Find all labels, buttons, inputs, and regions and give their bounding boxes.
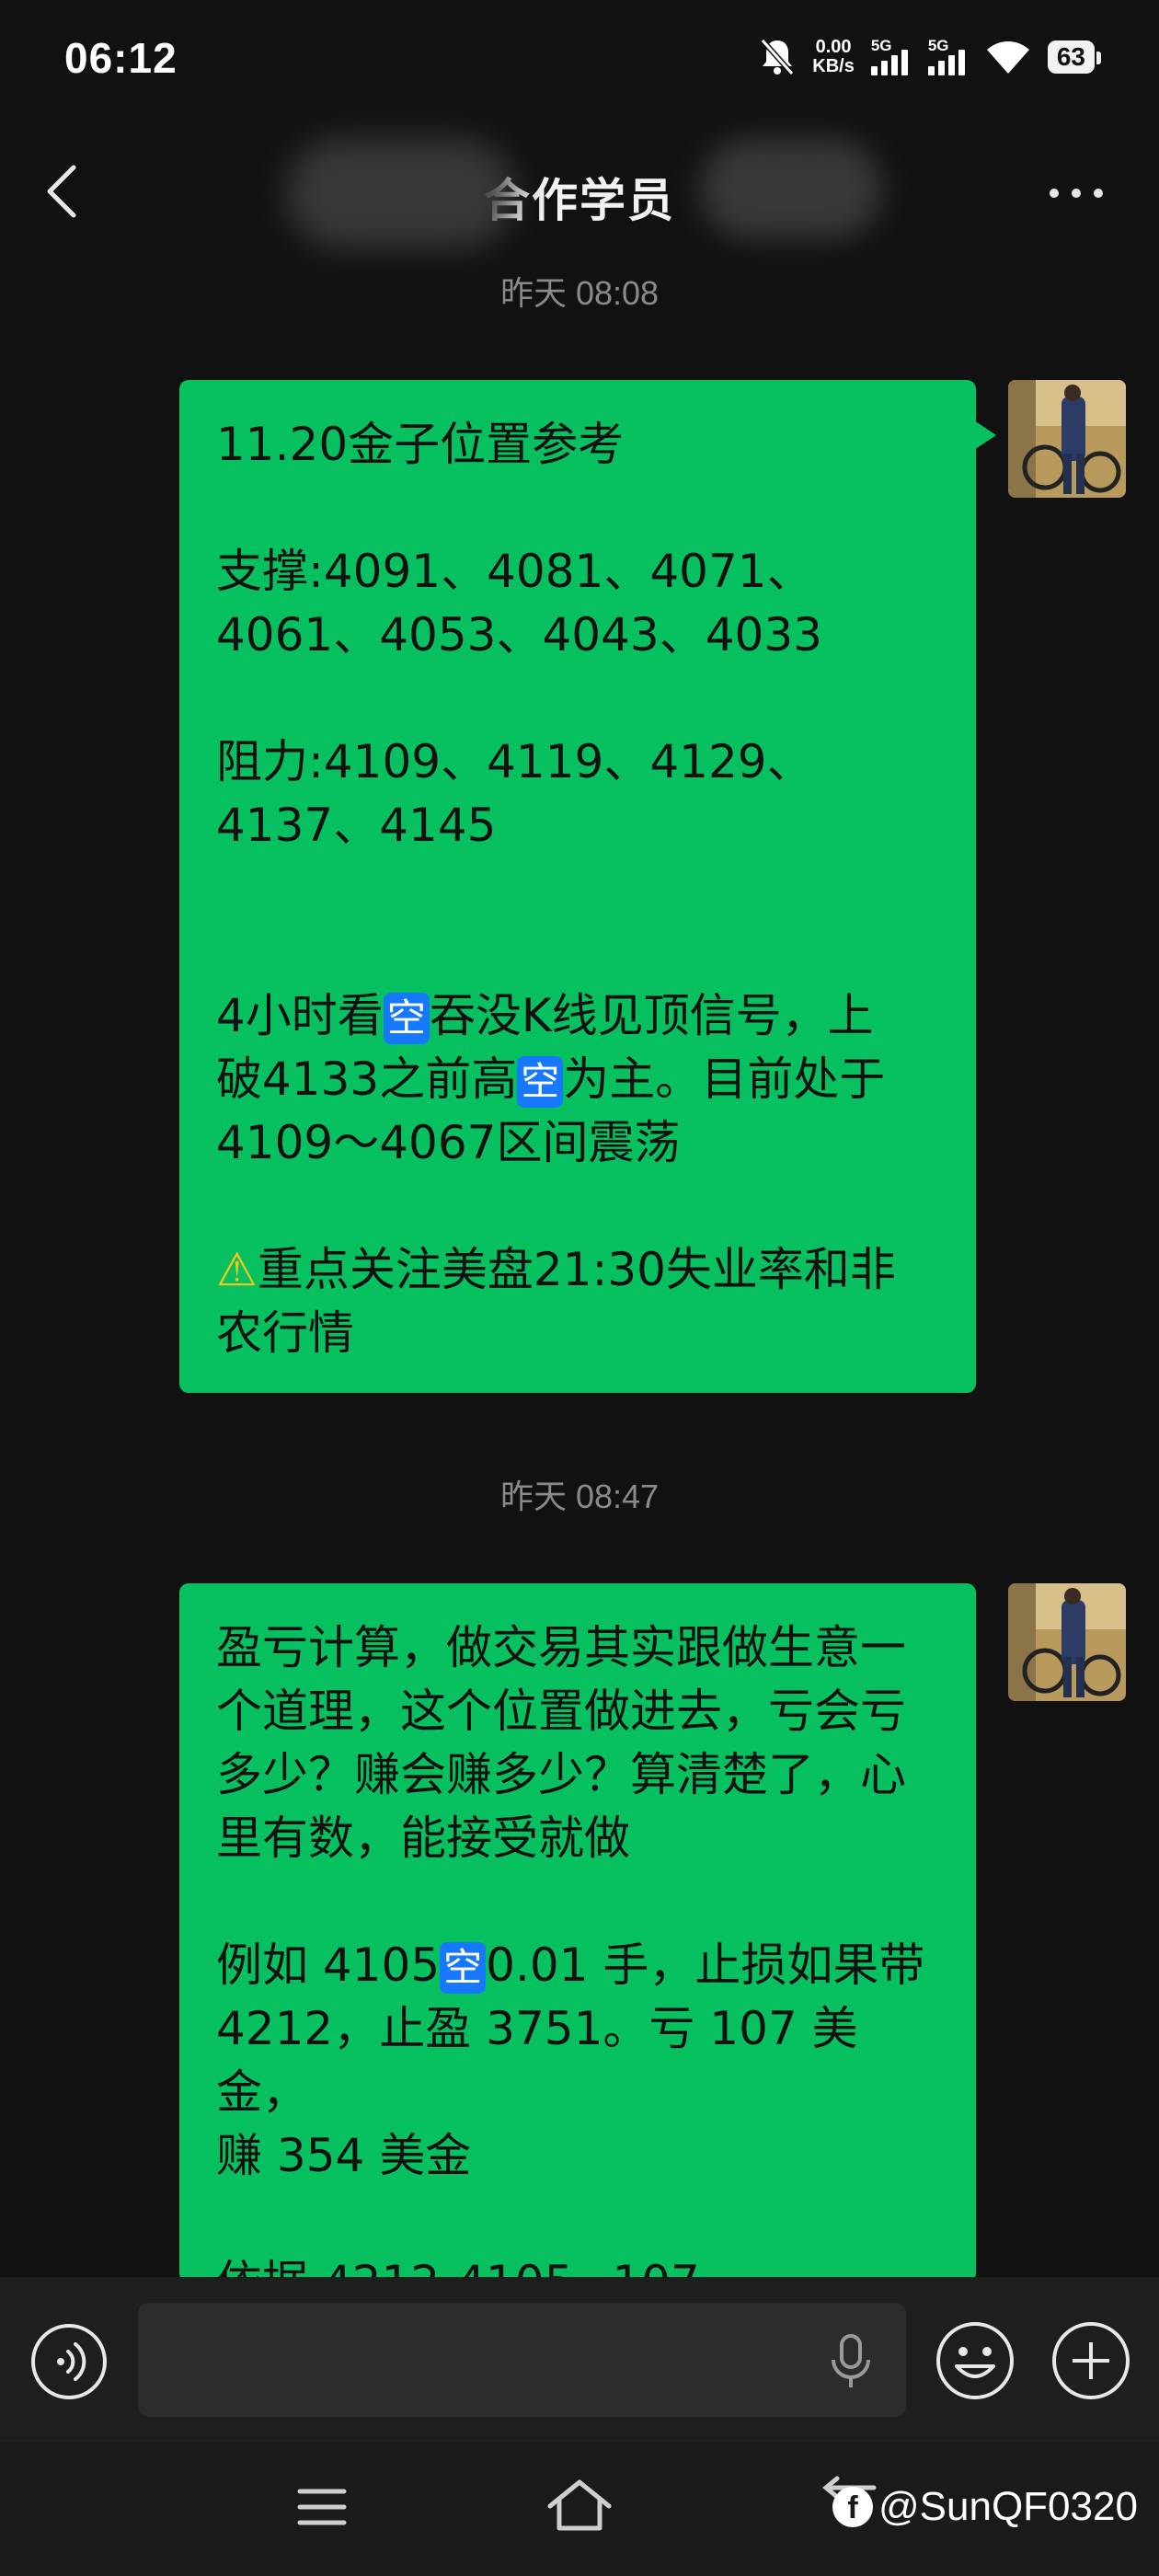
bubble-tail: [974, 420, 996, 450]
avatar[interactable]: [1008, 1583, 1126, 1701]
signal-2-icon: 5G: [927, 37, 969, 75]
message-text: ⚠重点关注美盘21:30失业率和非 农行情: [216, 1238, 943, 1365]
avatar[interactable]: [1008, 380, 1126, 498]
kong-emoji-icon: 空: [383, 993, 430, 1044]
net-speed-value: 0.00: [815, 37, 852, 57]
mute-bell-icon: [761, 39, 795, 75]
wifi-icon: [986, 41, 1029, 74]
sim2-label: 5G: [927, 37, 949, 54]
chat-title: 合作学员: [484, 175, 675, 226]
net-speed-unit: KB/s: [812, 56, 855, 76]
avatar-image: [1008, 1583, 1126, 1701]
message-input[interactable]: [138, 2303, 906, 2417]
facebook-icon: f: [832, 2487, 873, 2527]
bubble-tail: [974, 1624, 976, 1653]
message-text: 例如 4105空0.01 手，止损如果带 4212，止盈 3751。亏 107 …: [216, 1934, 943, 2188]
message-timestamp: 昨天 08:08: [499, 274, 660, 312]
message-text: 4小时看空吞没K线见顶信号，上 破4133之前高空为主。目前处于 4109～40…: [216, 984, 943, 1175]
message-bubble[interactable]: 盈亏计算，做交易其实跟做生意一 个道理，这个位置做进去，亏会亏 多少？赚会赚多少…: [179, 1583, 976, 2283]
watermark: f @SunQF0320: [832, 2484, 1138, 2530]
sim1-label: 5G: [870, 37, 892, 54]
text-segment: 例如 4105: [216, 1938, 441, 1992]
avatar-image: [1008, 380, 1126, 498]
status-icons: 0.00 KB/s 5G 5G 63: [759, 37, 1102, 77]
net-speed: 0.00 KB/s: [812, 38, 855, 76]
status-time: 06:12: [64, 34, 178, 82]
message-bubble[interactable]: 11.20金子位置参考 支撑:4091、4081、4071、 4061、4053…: [179, 380, 996, 1393]
smiley-icon[interactable]: [935, 2320, 1016, 2401]
signal-1-icon: 5G: [870, 37, 912, 75]
message-text: 支撑:4091、4081、4071、 4061、4053、4043、4033: [216, 545, 822, 661]
text-segment: 4小时看: [216, 989, 384, 1042]
battery-indicator: 63: [1047, 40, 1102, 74]
voice-icon[interactable]: [29, 2322, 109, 2401]
ellipsis-icon[interactable]: [1039, 175, 1113, 212]
menu-icon[interactable]: [294, 2484, 350, 2530]
plus-circle-icon[interactable]: [1050, 2320, 1131, 2401]
kong-emoji-icon: 空: [517, 1056, 564, 1108]
message-timestamp: 昨天 08:47: [499, 1478, 660, 1515]
microphone-icon[interactable]: [828, 2332, 874, 2391]
message-text: 阻力:4109、4119、4129、 4137、4145: [216, 735, 813, 852]
redaction-blur: [285, 138, 515, 248]
watermark-text: @SunQF0320: [878, 2484, 1138, 2529]
warning-icon: ⚠: [216, 1243, 258, 1296]
text-segment: 重点关注美盘21:30失业率和非 农行情: [216, 1243, 896, 1360]
redaction-blur: [699, 138, 883, 239]
message-text: 盈亏计算，做交易其实跟做生意一 个道理，这个位置做进去，亏会亏 多少？赚会赚多少…: [216, 1621, 906, 1865]
message-text: 11.20金子位置参考: [216, 418, 625, 471]
kong-emoji-icon: 空: [440, 1942, 487, 1994]
home-icon[interactable]: [543, 2475, 616, 2536]
